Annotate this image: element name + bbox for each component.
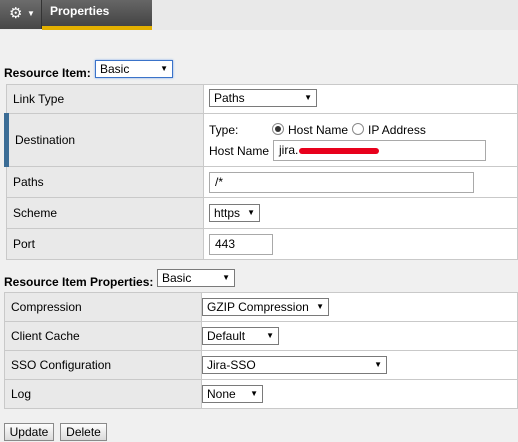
paths-cell: /*	[203, 166, 518, 198]
radio-ip-address-label: IP Address	[368, 123, 426, 137]
resource-item-label: Resource Item:	[4, 66, 91, 80]
compression-label: Compression	[4, 292, 202, 322]
client-cache-label: Client Cache	[4, 321, 202, 351]
tab-properties-label: Properties	[50, 4, 110, 18]
paths-label: Paths	[6, 166, 204, 198]
port-label: Port	[6, 228, 204, 260]
update-button[interactable]: Update	[4, 423, 54, 441]
client-cache-cell: Default ▼	[201, 321, 518, 351]
log-label: Log	[4, 379, 202, 409]
sso-configuration-select-value: Jira-SSO	[207, 358, 256, 372]
host-name-input-value: jira.	[279, 143, 299, 157]
gear-menu-button[interactable]: ⚙ ▼	[0, 0, 42, 29]
destination-cell: Type: Host Name IP Address Host Name jir…	[203, 113, 518, 167]
compression-cell: GZIP Compression ▼	[201, 292, 518, 322]
resource-item-properties-label: Resource Item Properties:	[4, 275, 154, 289]
resource-item-select[interactable]: Basic ▼	[95, 60, 173, 78]
port-input-value: 443	[215, 237, 236, 251]
resource-item-table: Link Type Paths ▼ Destination Type: Host…	[4, 84, 518, 260]
delete-button[interactable]: Delete	[60, 423, 107, 441]
radio-host-name[interactable]: Host Name	[272, 122, 348, 137]
radio-unselected-icon	[352, 123, 364, 135]
resource-item-properties-table: Compression GZIP Compression ▼ Client Ca…	[4, 292, 518, 409]
compression-select[interactable]: GZIP Compression ▼	[202, 298, 329, 316]
chevron-down-icon: ▼	[160, 64, 168, 73]
log-select[interactable]: None ▼	[202, 385, 263, 403]
compression-select-value: GZIP Compression	[207, 300, 309, 314]
chevron-down-icon: ▼	[374, 360, 382, 369]
chevron-down-icon: ▼	[304, 93, 312, 102]
link-type-cell: Paths ▼	[203, 84, 518, 114]
scheme-cell: https ▼	[203, 197, 518, 229]
host-name-label: Host Name	[209, 144, 270, 158]
tab-properties[interactable]: Properties	[42, 0, 152, 30]
log-cell: None ▼	[201, 379, 518, 409]
sso-configuration-cell: Jira-SSO ▼	[201, 350, 518, 380]
paths-input[interactable]: /*	[209, 172, 474, 193]
chevron-down-icon: ▼	[266, 331, 274, 340]
sso-configuration-select[interactable]: Jira-SSO ▼	[202, 356, 387, 374]
chevron-down-icon: ▼	[247, 208, 255, 217]
client-cache-select[interactable]: Default ▼	[202, 327, 279, 345]
destination-label: Destination	[4, 113, 204, 167]
gear-icon: ⚙	[9, 5, 23, 22]
sso-configuration-label: SSO Configuration	[4, 350, 202, 380]
chevron-down-icon: ▼	[222, 273, 230, 282]
scheme-label: Scheme	[6, 197, 204, 229]
chevron-down-icon: ▼	[316, 302, 324, 311]
resource-item-select-value: Basic	[100, 62, 130, 76]
scheme-select-value: https	[214, 206, 241, 220]
log-select-value: None	[207, 387, 236, 401]
chevron-down-icon: ▼	[250, 389, 258, 398]
radio-host-name-label: Host Name	[288, 123, 349, 137]
chevron-down-icon: ▼	[27, 9, 35, 18]
redaction-mark	[299, 147, 380, 154]
link-type-select-value: Paths	[214, 91, 245, 105]
port-input[interactable]: 443	[209, 234, 273, 255]
resource-item-properties-select[interactable]: Basic ▼	[157, 269, 235, 287]
radio-ip-address[interactable]: IP Address	[352, 122, 426, 137]
link-type-label: Link Type	[6, 84, 204, 114]
paths-input-value: /*	[215, 175, 224, 189]
client-cache-select-value: Default	[207, 329, 246, 343]
link-type-select[interactable]: Paths ▼	[209, 89, 317, 107]
top-bar: ⚙ ▼ Properties	[0, 0, 518, 30]
scheme-select[interactable]: https ▼	[209, 204, 260, 222]
radio-selected-icon	[272, 123, 284, 135]
destination-type-label: Type:	[209, 123, 239, 137]
port-cell: 443	[203, 228, 518, 260]
host-name-input[interactable]: jira.	[273, 140, 486, 161]
resource-item-properties-select-value: Basic	[162, 271, 192, 285]
